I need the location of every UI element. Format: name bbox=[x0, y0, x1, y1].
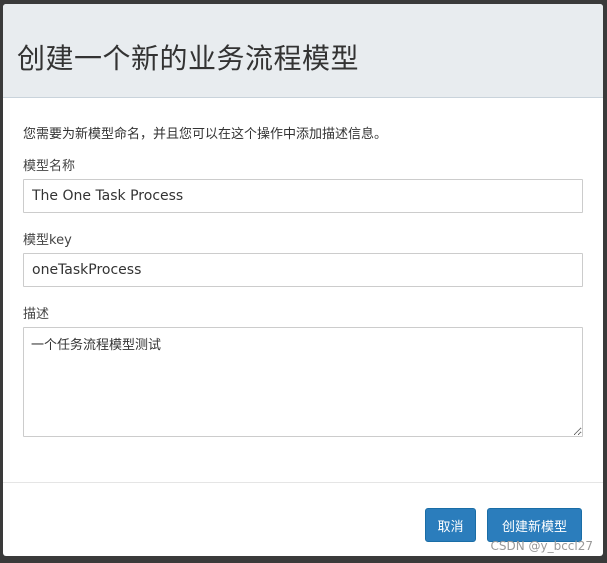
watermark: CSDN @y_bccl27 bbox=[490, 539, 593, 553]
create-model-button[interactable]: 创建新模型 bbox=[487, 508, 582, 542]
description-textarea[interactable]: 一个任务流程模型测试 bbox=[23, 327, 583, 437]
create-model-dialog: 创建一个新的业务流程模型 您需要为新模型命名，并且您可以在这个操作中添加描述信息… bbox=[3, 4, 603, 556]
dialog-body: 您需要为新模型命名，并且您可以在这个操作中添加描述信息。 模型名称 模型key … bbox=[3, 99, 603, 487]
dialog-header: 创建一个新的业务流程模型 bbox=[3, 4, 603, 98]
model-key-input[interactable] bbox=[23, 253, 583, 287]
model-name-label: 模型名称 bbox=[23, 159, 76, 174]
cancel-button[interactable]: 取消 bbox=[425, 508, 476, 542]
model-key-label: 模型key bbox=[23, 233, 72, 248]
dialog-footer: 取消 创建新模型 CSDN @y_bccl27 bbox=[3, 482, 603, 556]
dialog-title: 创建一个新的业务流程模型 bbox=[17, 41, 360, 75]
intro-text: 您需要为新模型命名，并且您可以在这个操作中添加描述信息。 bbox=[23, 127, 388, 142]
model-name-input[interactable] bbox=[23, 179, 583, 213]
description-label: 描述 bbox=[23, 307, 50, 322]
